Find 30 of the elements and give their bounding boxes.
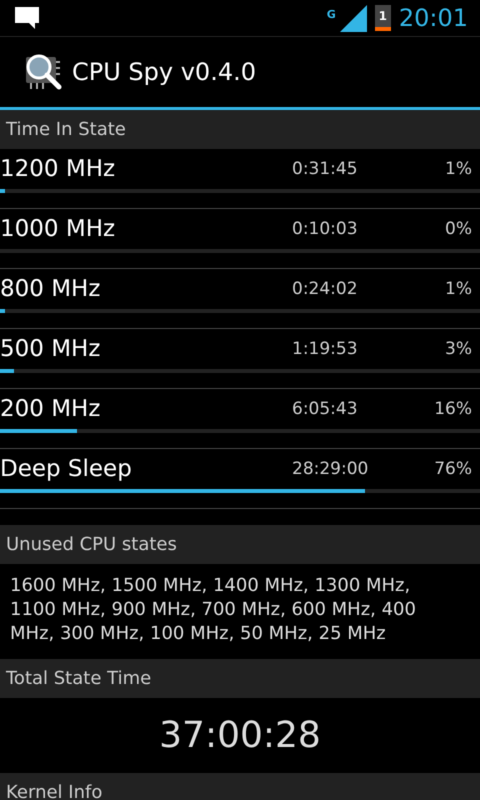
time-value: 28:29:00 [292,459,370,479]
total-time: 37:00:28 [159,715,321,756]
section-header: Time In State [0,110,480,149]
notification-icon [15,7,39,31]
time-value: 0:24:02 [292,279,359,299]
frequency-label: 1000 MHz [0,216,116,242]
app-title: CPU Spy v0.4.0 [72,58,256,86]
time-value: 0:10:03 [292,219,359,239]
time-value: 0:31:45 [292,159,359,179]
section-header: Total State Time [0,659,480,698]
percent-value: 76% [433,459,473,479]
section-header: Unused CPU states [0,525,480,564]
percent-value: 16% [433,399,473,419]
network-type: G [326,8,336,21]
signal-icon [340,4,367,32]
unused-states-text: 1600 MHz, 1500 MHz, 1400 MHz, 1300 MHz, 1100 MHz, 900 MHz, 700 MHz, 600 MHz, 400 MHz, 300 MHz, 100 MHz, 50 MHz, 25 MHz [9,574,417,646]
clock: 20:01 [398,4,468,32]
section-header: Kernel Info [0,773,480,800]
percent-value: 0% [444,219,473,239]
time-value: 1:19:53 [292,339,359,359]
time-value: 6:05:43 [292,399,359,419]
frequency-label: 1200 MHz [0,156,116,182]
frequency-label: Deep Sleep [0,456,133,482]
frequency-label: 800 MHz [0,276,102,302]
battery-icon: 1 [374,5,391,31]
percent-value: 3% [444,339,473,359]
frequency-label: 500 MHz [0,336,102,362]
percent-value: 1% [444,279,473,299]
percent-value: 1% [444,159,473,179]
frequency-label: 200 MHz [0,396,102,422]
